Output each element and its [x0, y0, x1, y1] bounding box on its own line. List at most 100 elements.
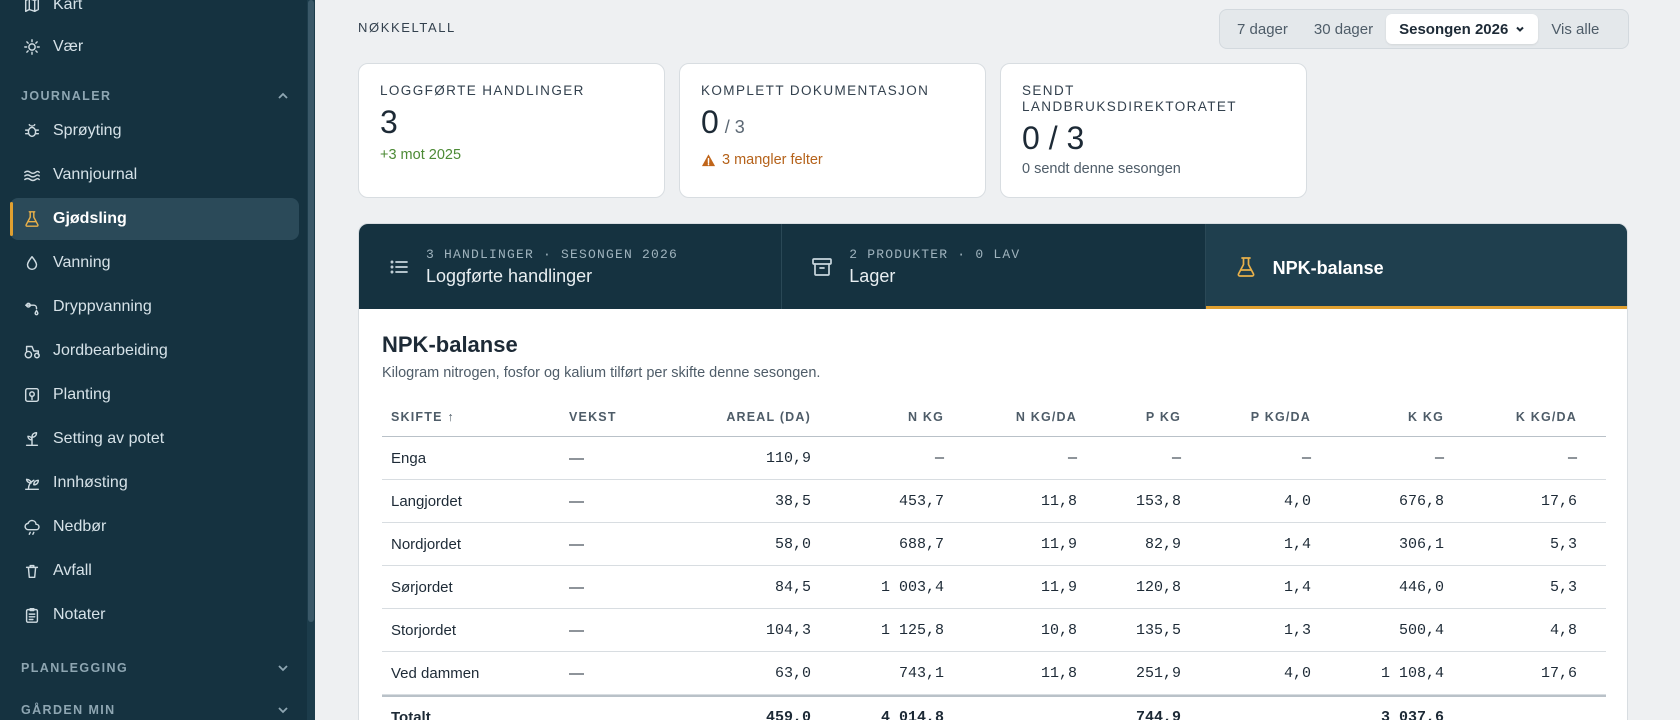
cell-skifte: Nordjordet: [391, 535, 462, 553]
sidebar-item-label: Gjødsling: [53, 210, 127, 227]
cell-n-kg-da: 11,8: [1040, 492, 1077, 510]
cell-vekst: —: [569, 621, 584, 639]
npk-panel: 3 HANDLINGER · SESONGEN 2026 Loggførte h…: [358, 223, 1628, 720]
sidebar-item-label: Avfall: [53, 562, 92, 579]
sidebar-item-vannjournal[interactable]: Vannjournal: [10, 154, 299, 196]
cell-n-kg: 1 003,4: [880, 578, 944, 596]
table-row[interactable]: Storjordet — 104,3 1 125,8 10,8 135,5 1,…: [382, 609, 1606, 652]
section-journaler[interactable]: JOURNALER: [21, 86, 289, 106]
cell-n-kg-da: 11,8: [1040, 664, 1077, 682]
sidebar-item-nedbor[interactable]: Nedbør: [10, 506, 299, 548]
table-row[interactable]: Nordjordet — 58,0 688,7 11,9 82,9 1,4 30…: [382, 523, 1606, 566]
sidebar-item-label: Setting av potet: [53, 430, 165, 447]
sidebar-item-label: Kart: [53, 0, 83, 13]
sidebar-item-label: Vannjournal: [53, 166, 138, 183]
col-header-n-kg[interactable]: N KG: [820, 410, 953, 424]
cell-areal: 58,0: [774, 535, 811, 553]
sidebar-item-notater[interactable]: Notater: [10, 594, 299, 636]
sidebar-item-jordbearbeiding[interactable]: Jordbearbeiding: [10, 330, 299, 372]
clipboard-icon: [22, 605, 42, 625]
card-label: LOGGFØRTE HANDLINGER: [380, 83, 585, 98]
cell-n-kg: —: [934, 449, 944, 467]
range-season-dropdown[interactable]: Sesongen 2026: [1386, 14, 1539, 44]
range-30-dager-button[interactable]: 30 dager: [1301, 14, 1386, 44]
table-row[interactable]: Sørjordet — 84,5 1 003,4 11,9 120,8 1,4 …: [382, 566, 1606, 609]
cell-p-kg: 120,8: [1135, 578, 1181, 596]
sidebar-item-dryppvanning[interactable]: Dryppvanning: [10, 286, 299, 328]
cell-p-kg-da: 1,4: [1283, 578, 1311, 596]
cell-vekst: —: [569, 535, 584, 553]
drip-icon: [22, 297, 42, 317]
table-header: SKIFTE ↑ VEKST AREAL (DA) N KG N KG/DA P…: [382, 397, 1606, 437]
sidebar-item-setting-av-potet[interactable]: Setting av potet: [10, 418, 299, 460]
range-7-dager-button[interactable]: 7 dager: [1224, 14, 1301, 44]
table-row[interactable]: Enga — 110,9 — — — — — —: [382, 437, 1606, 480]
section-title: JOURNALER: [21, 89, 112, 103]
col-header-areal[interactable]: AREAL (DA): [680, 410, 820, 424]
table-row[interactable]: Ved dammen — 63,0 743,1 11,8 251,9 4,0 1…: [382, 652, 1606, 695]
col-header-k-kg[interactable]: K KG: [1320, 410, 1453, 424]
sidebar-scrollbar[interactable]: [307, 0, 315, 720]
cell-n-kg: 453,7: [898, 492, 944, 510]
droplet-icon: [22, 253, 42, 273]
card-note: 0 sendt denne sesongen: [1022, 161, 1181, 177]
cell-p-kg: 82,9: [1144, 535, 1181, 553]
table-row[interactable]: Langjordet — 38,5 453,7 11,8 153,8 4,0 6…: [382, 480, 1606, 523]
card-trend: +3 mot 2025: [380, 147, 462, 163]
cell-p-kg: 744,9: [1135, 709, 1181, 720]
cell-k-kg: —: [1434, 449, 1444, 467]
section-garden-min[interactable]: GÅRDEN MIN: [21, 700, 289, 720]
scrollbar-thumb[interactable]: [308, 0, 314, 622]
section-title: GÅRDEN MIN: [21, 703, 116, 717]
sidebar-item-kart[interactable]: Kart: [10, 0, 299, 26]
cell-n-kg-da: —: [1067, 449, 1077, 467]
sidebar-item-gjodsling[interactable]: Gjødsling: [10, 198, 299, 240]
sidebar-item-label: Vær: [53, 38, 84, 55]
tab-bar: 3 HANDLINGER · SESONGEN 2026 Loggførte h…: [359, 224, 1627, 309]
sidebar-item-planting[interactable]: Planting: [10, 374, 299, 416]
col-header-vekst[interactable]: VEKST: [560, 410, 680, 424]
sun-icon: [22, 37, 42, 57]
range-vis-alle-button[interactable]: Vis alle: [1538, 14, 1612, 44]
cloud-rain-icon: [22, 517, 42, 537]
flask-icon: [22, 209, 42, 229]
sidebar-item-label: Sprøyting: [53, 122, 122, 139]
sidebar-item-vanning[interactable]: Vanning: [10, 242, 299, 284]
kpi-card-sendt: SENDT LANDBRUKSDIREKTORATET 0 / 3 0 send…: [1000, 63, 1307, 198]
flask-icon: [1233, 254, 1259, 280]
chevron-up-icon: [278, 92, 288, 99]
col-header-n-kg-da[interactable]: N KG/DA: [953, 410, 1086, 424]
col-header-skifte[interactable]: SKIFTE ↑: [382, 410, 560, 424]
tab-lager[interactable]: 2 PRODUKTER · 0 LAV Lager: [782, 224, 1206, 309]
chevron-down-icon: [278, 707, 288, 714]
panel-description: Kilogram nitrogen, fosfor og kalium tilf…: [382, 365, 821, 381]
col-header-p-kg[interactable]: P KG: [1086, 410, 1190, 424]
cell-p-kg-da: —: [1301, 449, 1311, 467]
sidebar-item-vaer[interactable]: Vær: [10, 26, 299, 68]
card-value: 3: [380, 105, 643, 139]
cell-areal: 110,9: [765, 449, 811, 467]
cell-areal: 84,5: [774, 578, 811, 596]
col-header-k-kg-da[interactable]: K KG/DA: [1453, 410, 1586, 424]
sidebar-item-innhosting[interactable]: Innhøsting: [10, 462, 299, 504]
cell-areal: 38,5: [774, 492, 811, 510]
sidebar-item-label: Innhøsting: [53, 474, 128, 491]
col-header-p-kg-da[interactable]: P KG/DA: [1190, 410, 1320, 424]
warning-icon: [701, 153, 716, 166]
tab-loggforte-handlinger[interactable]: 3 HANDLINGER · SESONGEN 2026 Loggførte h…: [359, 224, 783, 309]
cell-skifte: Sørjordet: [391, 578, 453, 596]
npk-table: SKIFTE ↑ VEKST AREAL (DA) N KG N KG/DA P…: [382, 397, 1606, 720]
list-icon: [386, 254, 412, 280]
cell-p-kg: —: [1171, 449, 1181, 467]
cell-p-kg-da: 4,0: [1283, 664, 1311, 682]
section-planlegging[interactable]: PLANLEGGING: [21, 658, 289, 678]
sidebar-item-sproyting[interactable]: Sprøyting: [10, 110, 299, 152]
cell-k-kg: 446,0: [1398, 578, 1444, 596]
tab-npk-balanse[interactable]: NPK-balanse: [1205, 224, 1627, 309]
sidebar-item-avfall[interactable]: Avfall: [10, 550, 299, 592]
harvest-icon: [22, 473, 42, 493]
sidebar-item-label: Planting: [53, 386, 111, 403]
cell-n-kg: 688,7: [898, 535, 944, 553]
tab-title: Lager: [849, 265, 896, 286]
cell-p-kg: 251,9: [1135, 664, 1181, 682]
